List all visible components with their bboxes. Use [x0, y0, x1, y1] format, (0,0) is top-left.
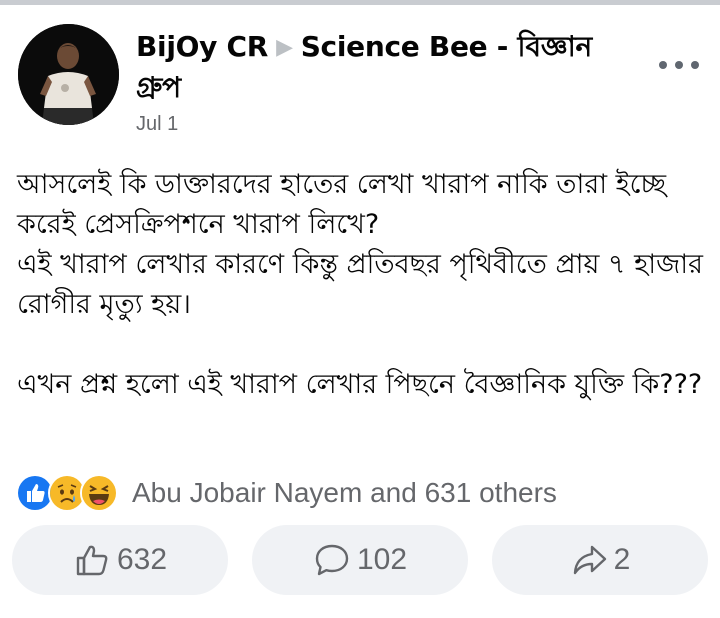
like-button[interactable]: 632: [12, 525, 228, 595]
reactions-summary[interactable]: Abu Jobair Nayem and 631 others: [16, 473, 557, 513]
post-date[interactable]: Jul 1: [136, 113, 178, 136]
share-count: 2: [613, 543, 631, 576]
post-body: আসলেই কি ডাক্তারদের হাতের লেখা খারাপ নাক…: [17, 169, 703, 400]
reactions-text[interactable]: Abu Jobair Nayem and 631 others: [132, 477, 557, 509]
top-divider: [0, 0, 720, 5]
post-header: BijOy CR ▶ Science Bee - বিজ্ঞান গ্রুপ: [136, 28, 636, 107]
action-bar: 632 102 2: [12, 525, 708, 595]
triangle-right-icon: ▶: [276, 35, 293, 60]
like-count: 632: [116, 543, 168, 576]
share-button[interactable]: 2: [492, 525, 708, 595]
haha-icon: [80, 474, 118, 512]
avatar[interactable]: [18, 24, 119, 125]
reaction-icons: [16, 474, 118, 512]
author-name[interactable]: BijOy CR: [136, 30, 268, 63]
more-options-icon[interactable]: [659, 57, 699, 73]
comment-count: 102: [356, 543, 408, 576]
comment-icon: [315, 544, 349, 576]
share-icon: [573, 545, 606, 575]
thumbs-up-icon: [76, 545, 108, 576]
comment-button[interactable]: 102: [252, 525, 468, 595]
